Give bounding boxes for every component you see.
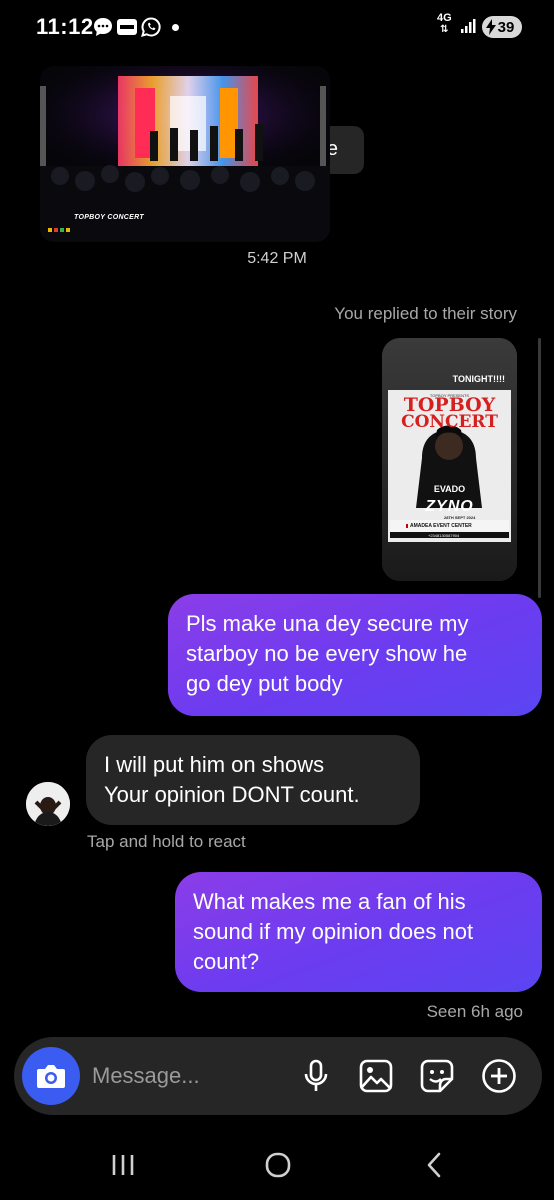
recents-button[interactable] bbox=[103, 1148, 143, 1182]
message-text: I will put him on shows Your opinion DON… bbox=[104, 752, 360, 807]
shared-post-caption: TOPBOY CONCERT bbox=[74, 214, 144, 221]
camera-icon bbox=[37, 1065, 65, 1088]
home-button[interactable] bbox=[258, 1148, 298, 1182]
back-icon bbox=[427, 1152, 441, 1178]
gallery-icon bbox=[359, 1059, 393, 1093]
add-icon bbox=[482, 1059, 516, 1093]
whatsapp-icon bbox=[141, 17, 161, 37]
message-text: What makes me a fan of his sound if my o… bbox=[193, 889, 474, 974]
sticker-button[interactable] bbox=[419, 1058, 455, 1094]
incoming-message[interactable]: I will put him on shows Your opinion DON… bbox=[86, 735, 420, 825]
story-title: TOPBOY CONCERT bbox=[382, 396, 517, 432]
story-phone: +2348130587904 bbox=[428, 533, 460, 538]
chat-scrollbar[interactable] bbox=[538, 338, 541, 598]
story-date: 28TH SEPT 2024 bbox=[444, 515, 476, 520]
system-nav-bar bbox=[0, 1130, 554, 1200]
network-icon: 4G ⇅ bbox=[437, 12, 452, 36]
camera-button[interactable] bbox=[22, 1047, 80, 1105]
avatar-photo bbox=[26, 782, 70, 826]
battery-level: 39 bbox=[497, 18, 515, 36]
notification-dot-icon bbox=[172, 24, 179, 31]
message-text: Pls make una dey secure my starboy no be… bbox=[186, 611, 469, 696]
outgoing-message[interactable]: Pls make una dey secure my starboy no be… bbox=[168, 594, 542, 716]
status-time: 11:12 bbox=[36, 14, 94, 39]
story-badge: TONIGHT!!!! bbox=[452, 374, 505, 384]
sticker-icon bbox=[420, 1059, 454, 1093]
bybit-icon bbox=[117, 19, 137, 35]
add-button[interactable] bbox=[481, 1058, 517, 1094]
avatar[interactable] bbox=[26, 782, 70, 826]
signal-icon bbox=[461, 19, 476, 33]
shared-post-thumbnail[interactable]: TOPBOY CONCERT bbox=[40, 66, 330, 242]
outgoing-message[interactable]: What makes me a fan of his sound if my o… bbox=[175, 872, 542, 992]
status-bar: 11:12 4G ⇅ 39 bbox=[0, 0, 554, 56]
seen-status: Seen 6h ago bbox=[426, 1002, 523, 1021]
story-artist1: EVADO bbox=[433, 484, 466, 494]
battery-charging-icon: 39 bbox=[482, 16, 522, 38]
back-button[interactable] bbox=[414, 1148, 454, 1182]
home-icon bbox=[265, 1152, 291, 1178]
gallery-button[interactable] bbox=[358, 1058, 394, 1094]
messages-icon bbox=[94, 18, 112, 36]
story-preview-card[interactable]: TONIGHT!!!! TOPBOY PRESENTS TOPBOY CONCE… bbox=[382, 338, 517, 581]
message-input[interactable] bbox=[92, 1061, 282, 1091]
microphone-icon bbox=[304, 1059, 328, 1091]
message-composer bbox=[14, 1037, 542, 1115]
react-hint: Tap and hold to react bbox=[87, 832, 246, 851]
message-timestamp: 5:42 PM bbox=[247, 250, 307, 267]
story-title-line2: CONCERT bbox=[401, 412, 498, 432]
story-reply-note: You replied to their story bbox=[334, 304, 517, 323]
story-artist2: ZYNO bbox=[425, 498, 474, 515]
recents-icon bbox=[112, 1155, 134, 1175]
story-venue: AMADEA EVENT CENTER bbox=[410, 523, 472, 529]
microphone-button[interactable] bbox=[298, 1058, 334, 1094]
